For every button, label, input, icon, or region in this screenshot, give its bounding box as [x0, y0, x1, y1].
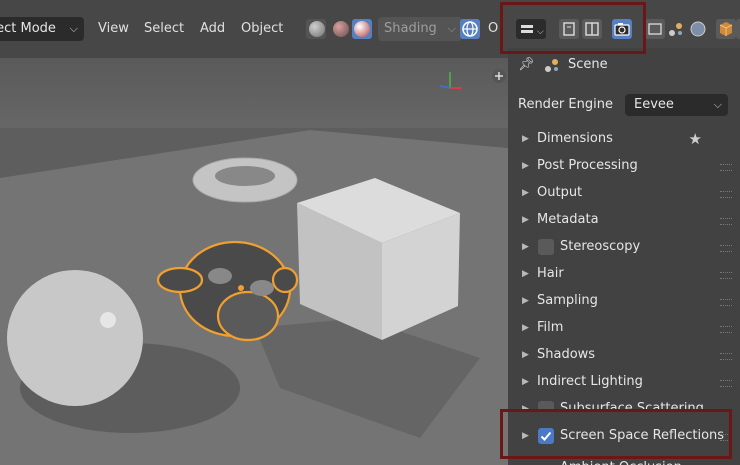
- render-engine-dropdown[interactable]: Eevee ⌵: [625, 94, 728, 116]
- menu-add[interactable]: Add: [200, 17, 225, 41]
- disclosure-triangle-icon: ▶: [522, 350, 529, 360]
- disclosure-triangle-icon: ▶: [522, 215, 529, 225]
- drag-handle-icon[interactable]: [720, 245, 732, 252]
- disclosure-triangle-icon: ▶: [522, 242, 529, 252]
- drag-handle-icon[interactable]: [720, 299, 732, 306]
- disclosure-triangle-icon: ▶: [522, 161, 529, 171]
- section-label: Hair: [537, 266, 564, 281]
- drag-handle-icon[interactable]: [720, 218, 732, 225]
- printer-icon: [648, 23, 662, 35]
- scene-icon: [669, 23, 682, 36]
- object-tab[interactable]: [716, 19, 736, 39]
- section-metadata[interactable]: ▶ Metadata: [512, 207, 732, 233]
- render-engine-label: Render Engine: [518, 97, 613, 112]
- section-label: Dimensions: [537, 131, 613, 146]
- overlay-button[interactable]: [460, 19, 480, 39]
- menu-view[interactable]: View: [98, 17, 129, 41]
- cube-icon: [719, 22, 733, 36]
- shading-dropdown[interactable]: Shading ⌵: [378, 17, 462, 41]
- material-shading-icon[interactable]: [333, 21, 349, 37]
- section-subsurface-scattering[interactable]: ▶ Subsurface Scattering: [512, 396, 732, 410]
- uv-sphere: [7, 270, 143, 406]
- shading-label: Shading: [384, 21, 437, 36]
- drag-handle-icon[interactable]: [720, 191, 732, 198]
- section-label: Shadows: [537, 347, 596, 362]
- navigation-gizmo: [439, 72, 462, 89]
- solid-shading-icon[interactable]: [309, 21, 325, 37]
- world-icon: [690, 21, 706, 37]
- disclosure-triangle-icon: ▶: [522, 188, 529, 198]
- 3d-viewport[interactable]: [0, 58, 508, 465]
- section-hair[interactable]: ▶ Hair: [512, 261, 732, 287]
- section-stereoscopy[interactable]: ▶ Stereoscopy: [512, 234, 732, 260]
- presets-icon[interactable]: ★: [689, 126, 702, 152]
- disclosure-triangle-icon: ▶: [522, 296, 529, 306]
- section-label: Post Processing: [537, 158, 638, 173]
- section-sampling[interactable]: ▶ Sampling: [512, 288, 732, 314]
- section-label: Sampling: [537, 293, 598, 308]
- mode-selector[interactable]: Object Mode ⌵: [0, 17, 84, 41]
- scene-label: Scene: [568, 57, 608, 72]
- section-label: Indirect Lighting: [537, 374, 643, 389]
- output-tab[interactable]: [645, 19, 665, 39]
- highlight-box-ssr: [500, 409, 732, 459]
- disclosure-triangle-icon: ▶: [522, 134, 529, 144]
- highlight-box-header: [500, 2, 646, 54]
- scene-tab[interactable]: [666, 19, 686, 39]
- drag-handle-icon[interactable]: [720, 272, 732, 279]
- section-dimensions[interactable]: ▶ Dimensions ★: [512, 126, 732, 152]
- drag-handle-icon[interactable]: [720, 380, 732, 387]
- disclosure-triangle-icon: ▶: [522, 269, 529, 279]
- mode-label: Object Mode: [0, 21, 56, 36]
- pin-icon[interactable]: 📌︎: [518, 55, 535, 75]
- section-indirect-lighting[interactable]: ▶ Indirect Lighting: [512, 369, 732, 395]
- stereoscopy-checkbox[interactable]: [538, 239, 554, 255]
- section-output[interactable]: ▶ Output: [512, 180, 732, 206]
- disclosure-triangle-icon: ▶: [522, 377, 529, 387]
- chevron-down-icon: ⌵: [69, 22, 78, 35]
- overlay-letter: O: [488, 21, 499, 36]
- rendered-shading-icon: [354, 21, 370, 37]
- rendered-shading-button[interactable]: [352, 19, 372, 39]
- sphere-highlight: [100, 312, 116, 328]
- chevron-down-icon: ⌵: [713, 98, 722, 111]
- globe-icon: [462, 21, 478, 37]
- scene-icon: [545, 59, 558, 72]
- disclosure-triangle-icon: ▶: [522, 404, 529, 410]
- object-origin: [238, 285, 244, 291]
- torus-hole: [215, 166, 275, 186]
- drag-handle-icon[interactable]: [720, 353, 732, 360]
- section-label: Subsurface Scattering: [560, 401, 704, 410]
- section-label: Film: [537, 320, 564, 335]
- section-shadows[interactable]: ▶ Shadows: [512, 342, 732, 368]
- scene-render: [0, 69, 508, 465]
- modifier-tab[interactable]: [736, 19, 740, 39]
- world-tab[interactable]: [688, 19, 708, 39]
- drag-handle-icon[interactable]: [720, 164, 732, 171]
- section-post-processing[interactable]: ▶ Post Processing: [512, 153, 732, 179]
- disclosure-triangle-icon: ▶: [522, 323, 529, 333]
- section-label: Output: [537, 185, 583, 200]
- section-label: Metadata: [537, 212, 599, 227]
- chevron-down-icon: ⌵: [447, 22, 456, 35]
- menu-object[interactable]: Object: [241, 17, 283, 41]
- section-film[interactable]: ▶ Film: [512, 315, 732, 341]
- render-engine-value: Eevee: [634, 97, 674, 112]
- menu-select[interactable]: Select: [144, 17, 184, 41]
- section-label: Stereoscopy: [560, 239, 641, 254]
- drag-handle-icon[interactable]: [720, 326, 732, 333]
